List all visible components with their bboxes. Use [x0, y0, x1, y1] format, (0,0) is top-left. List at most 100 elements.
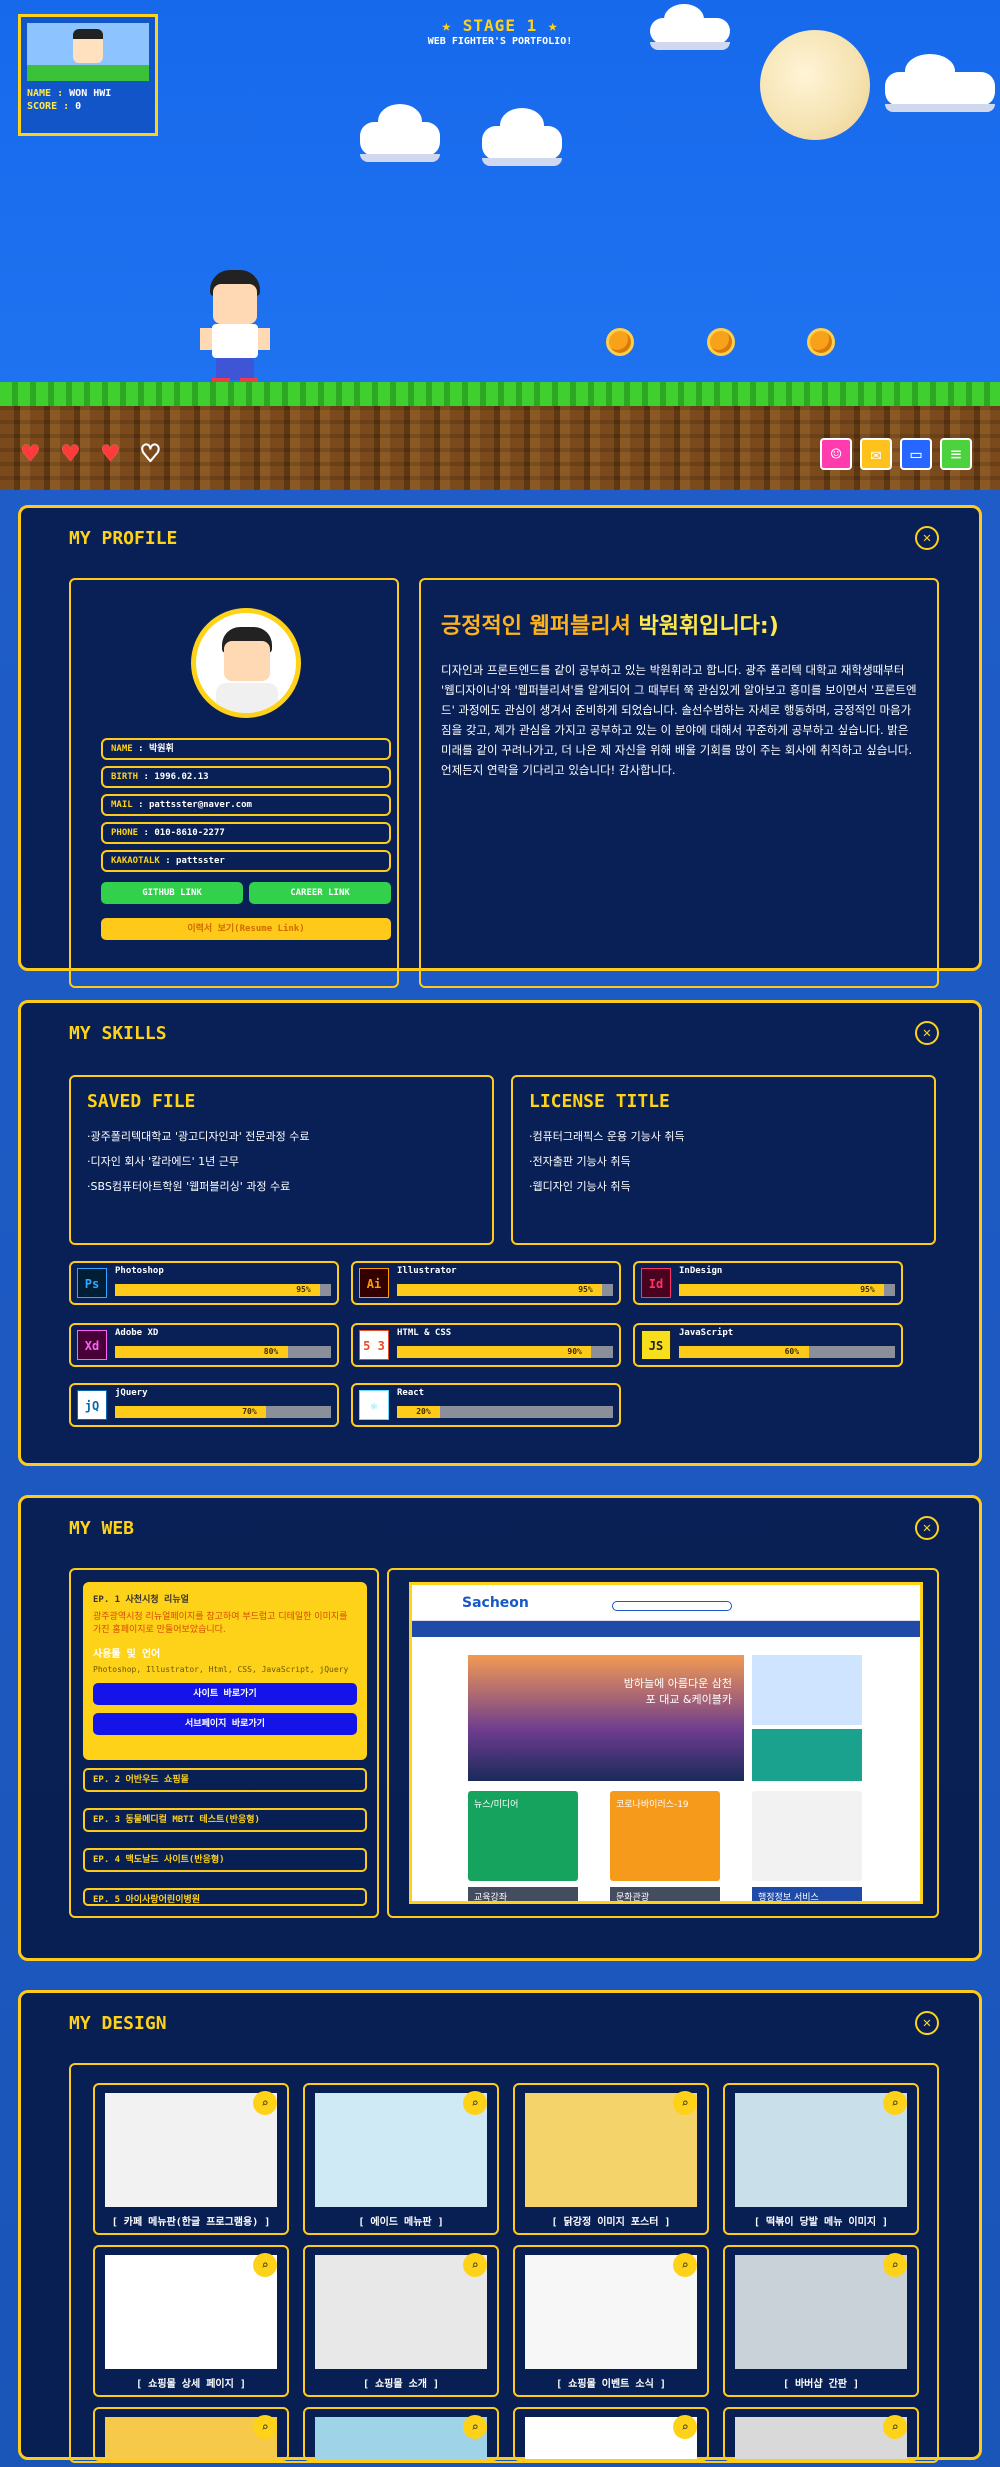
- search-icon[interactable]: ⌕: [883, 2091, 907, 2115]
- info-name: NAME : 박원휘: [101, 738, 391, 760]
- heart-icon: ♥: [102, 437, 119, 470]
- site-news-box: 뉴스/미디어: [468, 1791, 578, 1881]
- design-card[interactable]: ⌕ [ 쇼핑몰 소개 ]: [303, 2245, 499, 2397]
- search-icon[interactable]: ⌕: [883, 2253, 907, 2277]
- skill-item: Ps Photoshop 95%: [69, 1261, 339, 1305]
- skill-item: jQ jQuery 70%: [69, 1383, 339, 1427]
- skill-name: Photoshop: [115, 1266, 164, 1276]
- skill-percent: 90%: [567, 1347, 582, 1356]
- episode-card-active[interactable]: EP. 1 사천시청 리뉴얼 광주광역시청 리뉴얼페이지를 참고하여 부드럽고 …: [83, 1582, 367, 1760]
- info-mail: MAIL : pattsster@naver.com: [101, 794, 391, 816]
- life-hearts: ♥ ♥ ♥ ♥: [22, 437, 172, 470]
- design-card[interactable]: ⌕ [ 쇼핑몰 상세 페이지 ]: [93, 2245, 289, 2397]
- cloud-icon: [482, 108, 562, 166]
- player-stats: NAME : WON HWI SCORE : 0: [27, 87, 149, 113]
- search-icon[interactable]: ⌕: [253, 2091, 277, 2115]
- skill-bar-fill: [397, 1346, 592, 1358]
- computer-icon[interactable]: ▭: [900, 438, 932, 470]
- person-icon[interactable]: ☺: [820, 438, 852, 470]
- site-screenshot[interactable]: Sacheon 밤하늘에 아름다운 삼천포 대교 &케이블카 뉴스/미디어 코로…: [409, 1582, 923, 1904]
- design-modal: MY DESIGN ✕ ⌕ [ 카페 메뉴판(한글 프로그램용) ] ⌕ [ 에이드 …: [18, 1990, 982, 2463]
- document-icon[interactable]: ≡: [940, 438, 972, 470]
- hero-character: [200, 270, 270, 386]
- heart-empty-icon: ♥: [141, 437, 160, 470]
- design-card[interactable]: ⌕: [513, 2407, 709, 2461]
- skill-item: ⚛ React 20%: [351, 1383, 621, 1427]
- site-edu: 교육강좌: [468, 1887, 578, 1901]
- design-card[interactable]: ⌕ [ 닭강정 이미지 포스터 ]: [513, 2083, 709, 2235]
- visit-site-button[interactable]: 사이트 바로가기: [93, 1683, 357, 1705]
- resume-link-button[interactable]: 이력서 보기(Resume Link): [101, 918, 391, 940]
- search-icon[interactable]: ⌕: [673, 2253, 697, 2277]
- tools-list: Photoshop, Illustrator, Html, CSS, JavaS…: [93, 1665, 349, 1674]
- skill-name: React: [397, 1388, 425, 1398]
- stage-subtitle: WEB FIGHTER'S PORTFOLIO!: [427, 36, 573, 47]
- design-caption: [ 바버샵 간판 ]: [782, 2379, 860, 2390]
- design-card[interactable]: ⌕ [ 에이드 메뉴판 ]: [303, 2083, 499, 2235]
- close-icon[interactable]: ✕: [915, 2011, 939, 2035]
- design-thumbnail: [105, 2417, 277, 2459]
- episode-item[interactable]: EP. 3 동물메디컬 MBTI 테스트(반응형): [83, 1808, 367, 1832]
- search-icon[interactable]: ⌕: [253, 2253, 277, 2277]
- github-link-button[interactable]: GITHUB LINK: [101, 882, 243, 904]
- search-icon[interactable]: ⌕: [673, 2091, 697, 2115]
- design-thumbnail: [735, 2255, 907, 2369]
- design-card[interactable]: ⌕ [ 바버샵 간판 ]: [723, 2245, 919, 2397]
- profile-intro-text: 디자인과 프론트엔드를 같이 공부하고 있는 박원휘라고 합니다. 광주 폴리텍…: [441, 663, 917, 777]
- section-title: MY PROFILE: [69, 528, 178, 549]
- mail-icon[interactable]: ✉: [860, 438, 892, 470]
- score-value: 0: [75, 101, 82, 112]
- design-thumbnail: [735, 2093, 907, 2207]
- close-icon[interactable]: ✕: [915, 526, 939, 550]
- coin-icon[interactable]: [707, 328, 735, 356]
- license-title: LICENSE TITLE: [529, 1091, 670, 1112]
- design-card[interactable]: ⌕ [ 카페 메뉴판(한글 프로그램용) ]: [93, 2083, 289, 2235]
- heart-icon: ♥: [62, 437, 79, 470]
- skill-logo-icon: jQ: [77, 1390, 107, 1420]
- episode-item[interactable]: EP. 2 어반우드 쇼핑몰: [83, 1768, 367, 1792]
- skill-bar: 95%: [397, 1284, 613, 1296]
- design-card[interactable]: ⌕ [ 떡볶이 당발 메뉴 이미지 ]: [723, 2083, 919, 2235]
- section-title: MY SKILLS: [69, 1023, 167, 1044]
- career-link-button[interactable]: CAREER LINK: [249, 882, 391, 904]
- design-card[interactable]: ⌕: [723, 2407, 919, 2461]
- skill-percent: 60%: [784, 1347, 800, 1356]
- search-icon[interactable]: ⌕: [463, 2091, 487, 2115]
- license-item: ·전자출판 기능사 취득: [529, 1155, 631, 1168]
- skill-item: Ai Illustrator 95%: [351, 1261, 621, 1305]
- close-icon[interactable]: ✕: [915, 1021, 939, 1045]
- design-card[interactable]: ⌕ [ 쇼핑몰 이벤트 소식 ]: [513, 2245, 709, 2397]
- search-icon[interactable]: ⌕: [673, 2415, 697, 2439]
- search-icon[interactable]: ⌕: [463, 2415, 487, 2439]
- coin-icon[interactable]: [606, 328, 634, 356]
- design-caption: [ 카페 메뉴판(한글 프로그램용) ]: [111, 2217, 271, 2228]
- episode-item[interactable]: EP. 5 아이사랑어린이병원: [83, 1888, 367, 1906]
- search-icon[interactable]: ⌕: [883, 2415, 907, 2439]
- skill-bar: 70%: [115, 1406, 331, 1418]
- search-icon[interactable]: ⌕: [463, 2253, 487, 2277]
- site-preview: Sacheon 밤하늘에 아름다운 삼천포 대교 &케이블카 뉴스/미디어 코로…: [387, 1568, 939, 1918]
- design-thumbnail: [315, 2255, 487, 2369]
- design-card[interactable]: ⌕: [303, 2407, 499, 2461]
- skill-item: 5 3 HTML & CSS 90%: [351, 1323, 621, 1367]
- section-title: MY WEB: [69, 1518, 135, 1539]
- info-kakaotalk: KAKAOTALK : pattsster: [101, 850, 391, 872]
- design-gallery: ⌕ [ 카페 메뉴판(한글 프로그램용) ] ⌕ [ 에이드 메뉴판 ] ⌕ [ 닭강정 …: [69, 2063, 939, 2463]
- profile-card: NAME : 박원휘 BIRTH : 1996.02.13 MAIL : pat…: [69, 578, 399, 988]
- site-covid-box: 코로나바이러스-19: [610, 1791, 720, 1881]
- site-promo: [752, 1655, 862, 1725]
- site-search: [612, 1601, 732, 1611]
- skill-name: InDesign: [679, 1266, 723, 1276]
- search-icon[interactable]: ⌕: [253, 2415, 277, 2439]
- visit-subpage-button[interactable]: 서브페이지 바로가기: [93, 1713, 357, 1735]
- saved-file-title: SAVED FILE: [87, 1091, 196, 1112]
- site-logo: Sacheon: [462, 1595, 529, 1611]
- episode-description: 광주광역시청 리뉴얼페이지를 참고하여 부드럽고 디테일한 이미지를 가진 홈페…: [93, 1612, 348, 1635]
- design-thumbnail: [525, 2255, 697, 2369]
- coin-icon[interactable]: [807, 328, 835, 356]
- episode-item[interactable]: EP. 4 맥도날드 사이트(반응형): [83, 1848, 367, 1872]
- design-caption: [ 쇼핑몰 이벤트 소식 ]: [556, 2379, 666, 2390]
- design-card[interactable]: ⌕: [93, 2407, 289, 2461]
- close-icon[interactable]: ✕: [915, 1516, 939, 1540]
- section-title: MY DESIGN: [69, 2013, 167, 2034]
